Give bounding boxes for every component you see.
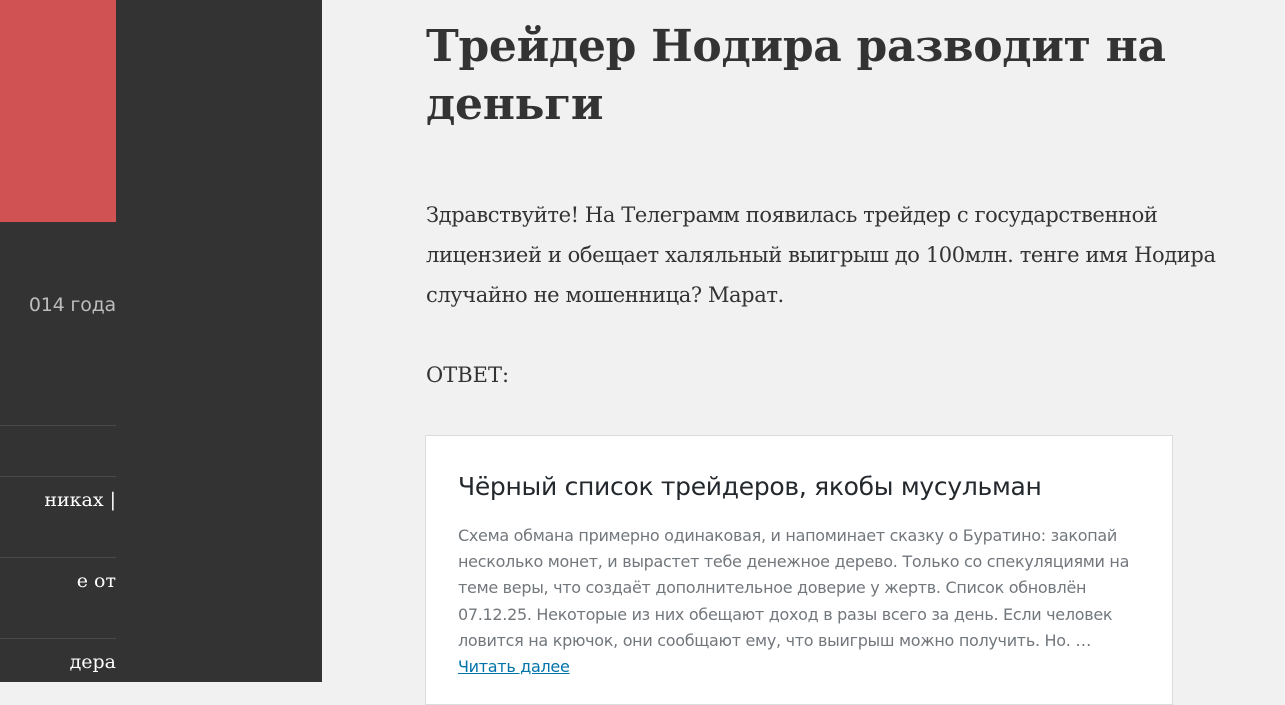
embedded-post-card[interactable]: Чёрный список трейдеров, якобы мусульман… [425,435,1173,705]
embed-excerpt: Схема обмана примерно одинаковая, и напо… [458,523,1148,680]
sidebar-link-2[interactable]: е от [77,570,116,592]
embed-excerpt-text: Схема обмана примерно одинаковая, и напо… [458,526,1130,650]
embed-title[interactable]: Чёрный список трейдеров, якобы мусульман [458,470,1158,504]
sidebar-divider [0,557,116,558]
sidebar-date: 014 года [28,294,116,316]
sidebar-divider [0,476,116,477]
main-content: Трейдер Нодира разводит на деньги Здравс… [322,0,1285,705]
sidebar-content: 014 года никах | е от дера [0,0,116,682]
sidebar-divider [0,425,116,426]
sidebar: 014 года никах | е от дера [0,0,322,682]
site-header-block [0,0,116,222]
sidebar-link-1[interactable]: никах | [44,489,116,511]
sidebar-link-3[interactable]: дера [70,651,116,673]
sidebar-divider [0,638,116,639]
read-more-link[interactable]: Читать далее [458,657,570,676]
post-title: Трейдер Нодира разводит на деньги [426,21,1166,130]
post-answer-label: ОТВЕТ: [426,363,510,387]
post-question-paragraph: Здравствуйте! На Телеграмм появилась тре… [426,203,1216,307]
